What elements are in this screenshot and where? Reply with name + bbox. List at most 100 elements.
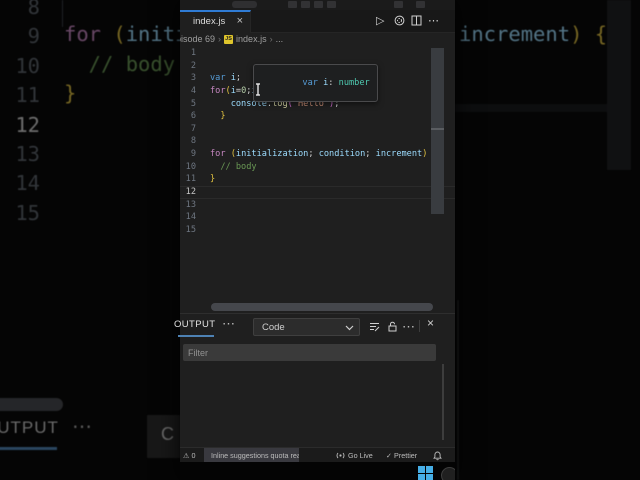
line-number[interactable]: 9 bbox=[180, 148, 196, 161]
tab-close-icon[interactable]: × bbox=[237, 15, 243, 27]
breadcrumb-project[interactable]: episode 69 bbox=[180, 34, 215, 44]
code-token: // body bbox=[210, 161, 257, 172]
status-bar: ⚠ 0 Inline suggestions quota reach Go Li… bbox=[180, 447, 455, 462]
line-number[interactable]: 14 bbox=[180, 211, 196, 224]
code-token: } bbox=[64, 81, 77, 105]
code-token: // body bbox=[64, 51, 176, 76]
line-number[interactable]: 1 bbox=[180, 47, 196, 60]
line-number[interactable]: 7 bbox=[180, 123, 196, 136]
breadcrumb: episode 69 › JS index.js › ... bbox=[180, 33, 455, 46]
panel-tab-output[interactable]: OUTPUT bbox=[174, 319, 215, 330]
run-options-icon[interactable] bbox=[394, 15, 405, 30]
bg-dropdown-letter: C bbox=[161, 424, 174, 444]
line-number[interactable]: 15 bbox=[180, 224, 196, 237]
bg-current-line-band bbox=[455, 104, 607, 112]
line-number[interactable]: 5 bbox=[180, 98, 196, 111]
vertical-scrollbar[interactable] bbox=[431, 48, 444, 214]
breadcrumb-separator: › bbox=[218, 34, 222, 44]
code-text: for (initialization; condition; incremen… bbox=[210, 148, 438, 161]
output-panel: OUTPUT ⋯ Code ⋯ × bbox=[174, 313, 455, 447]
code-line[interactable]: 12 bbox=[180, 186, 455, 199]
split-editor-icon[interactable] bbox=[411, 15, 422, 30]
titlebar-icon bbox=[288, 1, 297, 8]
code-line[interactable]: 10 // body bbox=[180, 161, 455, 174]
tab-label: index.js bbox=[193, 16, 226, 27]
notifications-bell-icon[interactable] bbox=[433, 451, 442, 462]
line-number[interactable]: 2 bbox=[180, 60, 196, 73]
code-text: var i; bbox=[210, 72, 241, 85]
breadcrumb-file[interactable]: index.js bbox=[236, 34, 267, 44]
code-token: for bbox=[210, 85, 226, 96]
prettier-status[interactable]: ✓ Prettier bbox=[386, 448, 417, 462]
bg-output-tab-underline bbox=[0, 447, 57, 450]
go-live-button[interactable]: Go Live bbox=[335, 448, 373, 462]
breadcrumb-more[interactable]: ... bbox=[276, 34, 284, 44]
line-number[interactable]: 8 bbox=[180, 135, 196, 148]
code-text: } bbox=[210, 173, 215, 186]
code-line[interactable]: 7 bbox=[180, 123, 455, 136]
line-number[interactable]: 3 bbox=[180, 72, 196, 85]
code-token: } bbox=[210, 111, 226, 122]
editor-more-actions-icon[interactable]: ⋯ bbox=[428, 15, 439, 28]
background-left: 8 9 10 11 12 13 14 15 for (initialization; cond… bbox=[0, 0, 180, 480]
scrollbar-notch bbox=[431, 128, 444, 130]
taskbar-circle-icon[interactable] bbox=[441, 467, 455, 480]
code-line[interactable]: 11} bbox=[180, 173, 455, 186]
code-token: condition bbox=[318, 149, 366, 160]
copilot-quota-status[interactable]: Inline suggestions quota reach bbox=[204, 448, 299, 462]
panel-separator bbox=[419, 320, 420, 332]
problems-indicator[interactable]: ⚠ 0 bbox=[183, 448, 195, 462]
titlebar-icon bbox=[394, 1, 403, 8]
command-center-fragment bbox=[232, 1, 257, 8]
panel-more-actions-icon[interactable]: ⋯ bbox=[222, 316, 235, 332]
bg-indent-guide bbox=[62, 0, 63, 27]
code-line[interactable]: 13 bbox=[180, 199, 455, 212]
code-line[interactable]: 8 bbox=[180, 135, 455, 148]
line-number[interactable]: 11 bbox=[180, 173, 196, 186]
code-token: for bbox=[210, 149, 226, 160]
code-line[interactable]: 14 bbox=[180, 211, 455, 224]
code-line[interactable]: 9 for (initialization; condition; increme… bbox=[180, 148, 455, 161]
js-file-icon: JS bbox=[224, 34, 234, 44]
panel-close-icon[interactable]: × bbox=[427, 316, 434, 330]
win-logo-square bbox=[426, 474, 433, 480]
code-text: // body bbox=[210, 161, 257, 174]
bg-line-number: 14 bbox=[15, 171, 40, 196]
run-file-button[interactable]: ▷ bbox=[376, 15, 384, 28]
bg-horizontal-scrollbar bbox=[0, 398, 63, 411]
panel-overflow-icon[interactable]: ⋯ bbox=[402, 319, 415, 335]
windows-start-button[interactable] bbox=[418, 466, 433, 480]
bg-line-number: 9 bbox=[27, 24, 40, 49]
check-icon: ✓ bbox=[386, 451, 393, 460]
code-token: { bbox=[582, 22, 608, 46]
output-channel-dropdown[interactable]: Code bbox=[253, 318, 360, 336]
win-logo-square bbox=[426, 466, 433, 473]
chevron-down-icon bbox=[345, 325, 354, 331]
lock-unlocked-icon[interactable] bbox=[387, 321, 398, 332]
bg-line-number: 15 bbox=[15, 200, 40, 225]
titlebar-icon bbox=[301, 1, 310, 8]
code-token: initialization bbox=[125, 22, 180, 46]
tab-indexjs[interactable]: index.js × bbox=[180, 10, 251, 33]
clear-output-icon[interactable] bbox=[369, 321, 380, 332]
code-line[interactable]: 15 bbox=[180, 224, 455, 237]
code-line[interactable]: 6 } bbox=[180, 110, 455, 123]
line-number[interactable]: 10 bbox=[180, 161, 196, 174]
background-right: for (initialization; condition; incremen… bbox=[455, 0, 640, 480]
line-number[interactable]: 13 bbox=[180, 199, 196, 212]
windows-taskbar bbox=[180, 462, 455, 480]
line-number[interactable]: 4 bbox=[180, 85, 196, 98]
line-number[interactable]: 6 bbox=[180, 110, 196, 123]
line-number[interactable]: 12 bbox=[180, 186, 196, 199]
code-editor[interactable]: 123var i;4for(i=0;i++;i<5){5 console.log… bbox=[180, 46, 455, 313]
win-logo-square bbox=[418, 466, 425, 473]
code-line[interactable]: 1 bbox=[180, 47, 455, 60]
bg-line-number: 11 bbox=[15, 83, 40, 108]
output-filter-input[interactable] bbox=[183, 344, 436, 361]
warning-count: 0 bbox=[191, 451, 196, 460]
bg-code-line: for (initialization; condition; incremen… bbox=[455, 22, 607, 46]
horizontal-scrollbar[interactable] bbox=[211, 303, 433, 311]
bg-code-line: } bbox=[64, 81, 76, 105]
panel-scrollbar[interactable] bbox=[442, 364, 444, 440]
code-token: increment bbox=[458, 22, 571, 46]
